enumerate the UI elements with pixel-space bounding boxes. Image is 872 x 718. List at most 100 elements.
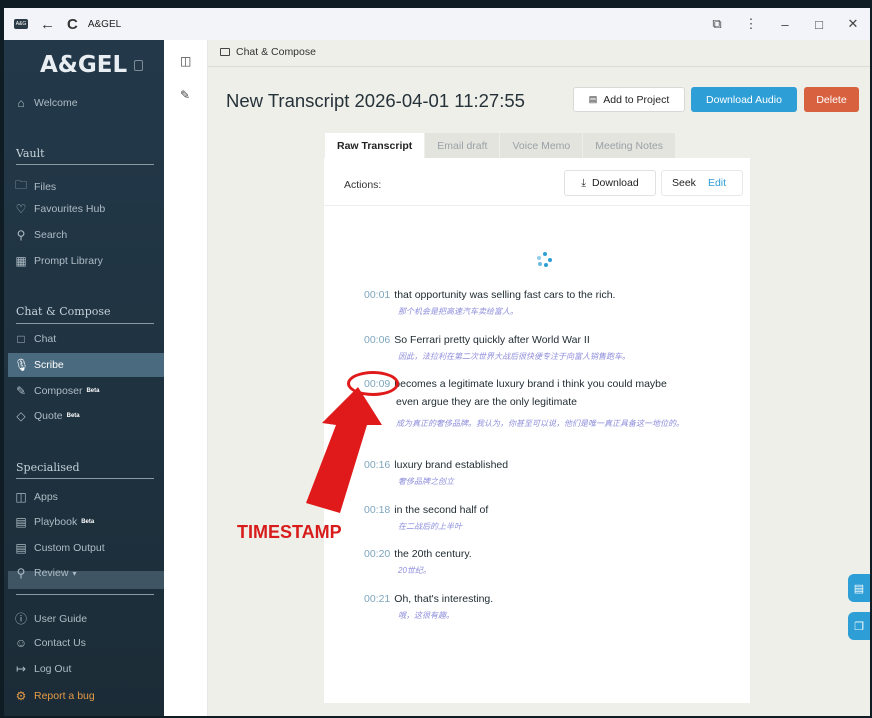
collapse-sidebar-icon[interactable] bbox=[134, 60, 143, 71]
sidebar-item-favourites[interactable]: ♡ Favourites Hub bbox=[14, 202, 106, 216]
sidebar-item-label: Composer bbox=[34, 385, 83, 397]
chat-icon: □ bbox=[17, 332, 25, 346]
segment-text-continued: even argue they are the only legitimate bbox=[396, 396, 577, 408]
sidebar-item-user-guide[interactable]: ⓘ User Guide bbox=[14, 610, 87, 627]
breadcrumb-label[interactable]: Chat & Compose bbox=[236, 46, 316, 58]
sidebar-item-composer[interactable]: ✎ Composer Beta bbox=[14, 384, 99, 398]
sidebar: A&GEL ⌂ Welcome Vault 🗀 Files ♡ Favourit… bbox=[4, 40, 168, 716]
tab-voice-memo[interactable]: Voice Memo bbox=[500, 133, 584, 158]
app-window: A&G ← C A&GEL ⧉ ⋮ – □ ✕ A&GEL ⌂ Welcome … bbox=[0, 0, 872, 718]
microphone-icon: 🎙 bbox=[14, 358, 30, 372]
seek-edit-toggle: Seek Edit bbox=[661, 170, 743, 196]
sidebar-item-label: Review bbox=[34, 567, 69, 579]
chat-icon bbox=[220, 48, 230, 56]
add-to-project-button[interactable]: ▤ Add to Project bbox=[573, 87, 685, 112]
sidebar-item-label: User Guide bbox=[34, 612, 88, 625]
new-note-icon[interactable]: ✎ bbox=[180, 88, 190, 102]
sidebar-item-prompt-library[interactable]: ▦ Prompt Library bbox=[14, 254, 103, 268]
extensions-icon[interactable]: ⧉ bbox=[700, 16, 734, 32]
sidebar-item-search[interactable]: ⚲ Search bbox=[14, 228, 68, 242]
icon-rail: ◫ ✎ bbox=[164, 40, 208, 716]
sidebar-item-label: Favourites Hub bbox=[34, 203, 106, 215]
tag-icon: ◇ bbox=[16, 409, 26, 423]
bug-icon: ⚙ bbox=[15, 689, 27, 703]
window-title: A&GEL bbox=[87, 18, 122, 30]
sidebar-item-chat[interactable]: □ Chat bbox=[14, 332, 56, 346]
chevron-down-icon: ▾ bbox=[72, 568, 77, 578]
sidebar-item-contact-us[interactable]: ☺ Contact Us bbox=[14, 636, 86, 650]
beta-badge: Beta bbox=[66, 413, 80, 419]
sidebar-item-label: Apps bbox=[34, 491, 58, 503]
sidebar-item-label: Files bbox=[34, 180, 57, 193]
home-icon: ⌂ bbox=[17, 96, 25, 110]
divider bbox=[16, 478, 154, 479]
transcript-segment[interactable]: 00:21 Oh, that's interesting. 哦，这很有趣。 bbox=[364, 593, 493, 621]
sidebar-item-label: Quote bbox=[34, 410, 63, 422]
sidebar-item-label: Search bbox=[34, 229, 68, 241]
sidebar-item-scribe[interactable]: 🎙 Scribe bbox=[8, 353, 168, 377]
sidebar-item-label: Chat bbox=[34, 333, 57, 345]
tab-meeting-notes[interactable]: Meeting Notes bbox=[583, 133, 676, 158]
reload-icon[interactable]: C bbox=[67, 16, 78, 33]
logout-icon: ↦ bbox=[15, 662, 27, 676]
sidebar-item-custom-output[interactable]: ▤ Custom Output bbox=[14, 541, 105, 555]
divider bbox=[208, 66, 870, 67]
loading-spinner-icon bbox=[535, 252, 555, 272]
edit-button[interactable]: Edit bbox=[696, 177, 726, 189]
minimize-button[interactable]: – bbox=[768, 17, 802, 32]
sidebar-item-playbook[interactable]: ▤ Playbook Beta bbox=[14, 515, 94, 529]
tab-email-draft[interactable]: Email draft bbox=[425, 133, 501, 158]
beta-badge: Beta bbox=[81, 519, 95, 525]
section-vault: Vault bbox=[16, 147, 45, 160]
transcript-tabs: Raw Transcript Email draft Voice Memo Me… bbox=[325, 133, 676, 158]
sidebar-item-apps[interactable]: ◫ Apps bbox=[14, 490, 58, 504]
segment-text: the 20th century. bbox=[394, 548, 472, 560]
delete-button[interactable]: Delete bbox=[804, 87, 859, 112]
beta-badge: Beta bbox=[86, 388, 100, 394]
annotation-arrow-icon bbox=[306, 387, 382, 513]
sidebar-item-quote[interactable]: ◇ Quote Beta bbox=[14, 409, 80, 423]
sidebar-item-files[interactable]: 🗀 Files bbox=[14, 176, 56, 197]
download-button[interactable]: ⤓ Download bbox=[564, 170, 656, 196]
seek-button[interactable]: Seek bbox=[662, 177, 696, 189]
sidebar-item-log-out[interactable]: ↦ Log Out bbox=[14, 662, 71, 676]
library-icon: ▦ bbox=[15, 254, 27, 268]
tab-raw-transcript[interactable]: Raw Transcript bbox=[325, 133, 426, 158]
panel-toggle-icon[interactable]: ◫ bbox=[180, 54, 191, 68]
brand-logo: A&GEL bbox=[40, 52, 128, 78]
apps-icon: ◫ bbox=[15, 490, 27, 504]
segment-translation: 那个机会是把高速汽车卖给富人。 bbox=[398, 307, 518, 316]
timestamp[interactable]: 00:21 bbox=[364, 593, 390, 605]
segment-text: in the second half of bbox=[394, 504, 489, 516]
sidebar-item-report-bug[interactable]: ⚙ Report a bug bbox=[14, 689, 95, 703]
book-icon[interactable]: ▤ bbox=[848, 574, 870, 602]
maximize-button[interactable]: □ bbox=[802, 17, 836, 32]
download-audio-button[interactable]: Download Audio bbox=[691, 87, 797, 112]
sidebar-item-label: Custom Output bbox=[34, 542, 105, 554]
transcript-segment[interactable]: 00:06 So Ferrari pretty quickly after Wor… bbox=[364, 334, 630, 362]
timestamp[interactable]: 00:01 bbox=[364, 289, 390, 301]
divider bbox=[16, 323, 154, 324]
menu-kebab-icon[interactable]: ⋮ bbox=[734, 16, 768, 32]
book-icon: ▤ bbox=[15, 515, 27, 529]
transcript-segment[interactable]: 00:09 becomes a legitimate luxury brand i… bbox=[364, 378, 736, 432]
sidebar-item-review[interactable]: ⚲ Review ▾ bbox=[14, 566, 77, 580]
review-icon: ⚲ bbox=[16, 566, 26, 580]
actions-bar: Actions: ⤓ Download Seek Edit bbox=[324, 158, 750, 206]
copy-icon[interactable]: ❐ bbox=[848, 612, 870, 640]
button-label: Download bbox=[591, 177, 639, 189]
transcript-segment[interactable]: 00:01 that opportunity was selling fast c… bbox=[364, 289, 615, 317]
back-arrow-icon[interactable]: ← bbox=[40, 16, 55, 33]
section-chat-compose: Chat & Compose bbox=[16, 305, 111, 318]
sidebar-item-label: Playbook bbox=[34, 516, 78, 528]
sidebar-item-label: Contact Us bbox=[34, 637, 86, 649]
segment-translation: 因此，法拉利在第二次世界大战后很快便专注于向富人销售跑车。 bbox=[398, 352, 630, 361]
segment-translation: 奢侈品牌之创立 bbox=[398, 477, 454, 486]
output-icon: ▤ bbox=[15, 541, 27, 555]
timestamp[interactable]: 00:06 bbox=[364, 334, 390, 346]
transcript-segment[interactable]: 00:20 the 20th century. 20世纪。 bbox=[364, 548, 472, 576]
timestamp[interactable]: 00:20 bbox=[364, 548, 390, 560]
breadcrumb: Chat & Compose bbox=[220, 46, 316, 58]
sidebar-item-welcome[interactable]: ⌂ Welcome bbox=[14, 96, 77, 110]
close-button[interactable]: ✕ bbox=[836, 16, 870, 32]
